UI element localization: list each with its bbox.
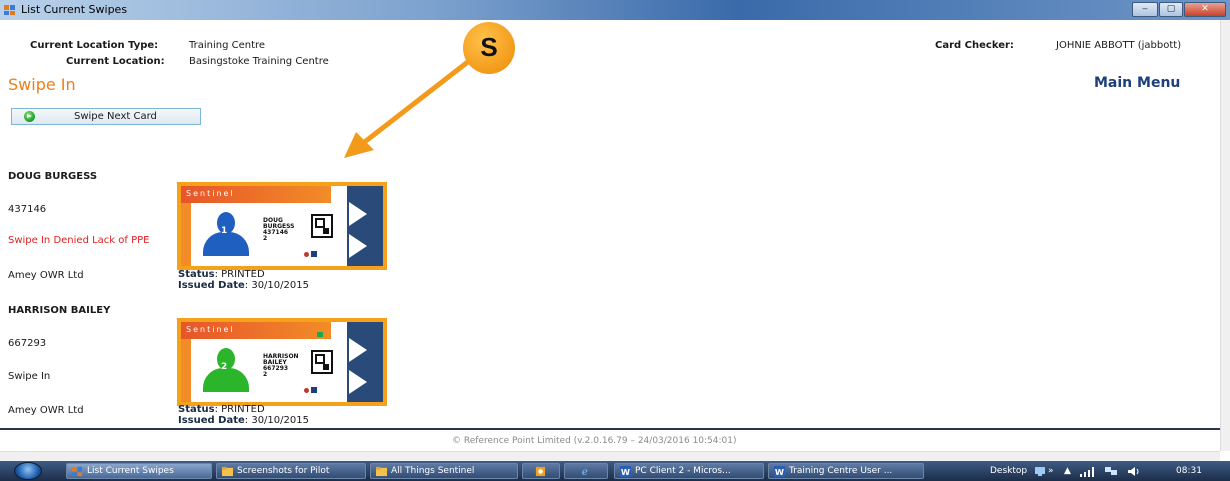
card-badge-number: 2	[221, 362, 228, 372]
chevron-icon	[349, 370, 367, 394]
taskbar-item-list-current-swipes[interactable]: List Current Swipes	[66, 463, 212, 479]
expand-toolbar-icon[interactable]: »	[1048, 466, 1054, 476]
issued-date-line: Issued Date: 30/10/2015	[178, 415, 309, 426]
card-checker-label: Card Checker:	[935, 40, 1014, 51]
footer-copyright: © Reference Point Limited (v.2.0.16.79 –…	[452, 436, 737, 446]
swipe-id: 437146	[8, 204, 47, 215]
logo-icon	[304, 252, 309, 257]
close-button[interactable]: ✕	[1184, 2, 1226, 17]
id-card-image: Sentinel 2 HARRISON BAILEY 667293 2	[177, 318, 387, 406]
logo-icon	[311, 251, 317, 257]
status-indicator-icon	[317, 332, 323, 337]
volume-icon[interactable]	[1128, 466, 1140, 477]
chevron-icon	[349, 338, 367, 362]
swipe-company: Amey OWR Ltd	[8, 270, 84, 281]
swipe-company: Amey OWR Ltd	[8, 405, 84, 416]
taskbar-item-pc-client[interactable]: W PC Client 2 - Micros...	[614, 463, 764, 479]
horizontal-scrollbar[interactable]	[0, 451, 1220, 461]
window-title-bar: List Current Swipes	[0, 0, 1230, 20]
annotation-badge: S	[463, 22, 515, 74]
svg-text:W: W	[621, 467, 630, 477]
word-icon: W	[774, 466, 785, 477]
card-issue-number: 2	[263, 235, 268, 242]
app-icon	[4, 5, 15, 15]
swipe-next-card-label: Swipe Next Card	[74, 111, 157, 122]
taskbar-item-internet-explorer[interactable]: e	[564, 463, 608, 479]
taskbar-item-all-things-sentinel[interactable]: All Things Sentinel	[370, 463, 518, 479]
window-title: List Current Swipes	[21, 3, 128, 16]
word-icon: W	[620, 466, 631, 477]
main-menu-link[interactable]: Main Menu	[1094, 75, 1180, 91]
card-brand: Sentinel	[186, 325, 235, 334]
swipe-name: HARRISON BAILEY	[8, 305, 111, 316]
folder-icon	[376, 466, 387, 477]
card-checker-value: JOHNIE ABBOTT (jabbott)	[1056, 40, 1182, 51]
swipe-result: Swipe In Denied Lack of PPE	[8, 235, 150, 246]
chevron-icon	[349, 234, 367, 258]
card-issue-number: 2	[263, 371, 268, 378]
folder-icon	[222, 466, 233, 477]
qr-code-icon	[311, 350, 333, 374]
location-value: Basingstoke Training Centre	[189, 56, 329, 67]
issued-date-line: Issued Date: 30/10/2015	[178, 280, 309, 291]
signal-icon[interactable]	[1080, 467, 1096, 477]
taskbar-item-training-centre-user[interactable]: W Training Centre User ...	[768, 463, 924, 479]
page-title: Swipe In	[8, 75, 76, 94]
swipe-next-card-button[interactable]: Swipe Next Card	[11, 108, 201, 125]
arrow-right-icon	[24, 111, 35, 122]
outlook-icon	[535, 466, 546, 477]
location-type-value: Training Centre	[189, 40, 266, 51]
card-brand: Sentinel	[186, 189, 235, 198]
svg-text:W: W	[775, 467, 784, 477]
status-line: Status: PRINTED	[178, 404, 265, 415]
taskbar-item-outlook[interactable]	[522, 463, 560, 479]
minimize-button[interactable]: ‒	[1132, 2, 1158, 17]
location-type-label: Current Location Type:	[30, 40, 159, 51]
status-line: Status: PRINTED	[178, 269, 265, 280]
swipe-name: DOUG BURGESS	[8, 171, 98, 182]
app-icon	[72, 466, 83, 477]
footer-divider	[0, 428, 1220, 430]
desktop-toolbar-label[interactable]: Desktop	[990, 466, 1027, 476]
id-card-image: Sentinel 1 DOUG BURGESS 437146 2	[177, 182, 387, 270]
maximize-button[interactable]: ▢	[1159, 2, 1183, 17]
network-icon[interactable]	[1104, 466, 1118, 477]
swipe-result: Swipe In	[8, 371, 51, 382]
qr-code-icon	[311, 214, 333, 238]
clock[interactable]: 08:31	[1176, 466, 1202, 476]
start-button[interactable]	[14, 462, 42, 480]
svg-text:e: e	[582, 467, 588, 477]
location-label: Current Location:	[66, 56, 165, 67]
card-badge-number: 1	[221, 226, 228, 236]
logo-icon	[311, 387, 317, 393]
vertical-scrollbar[interactable]	[1220, 20, 1230, 451]
desktop-icon	[1035, 467, 1045, 476]
internet-explorer-icon: e	[582, 467, 588, 477]
taskbar-item-screenshots-for-pilot[interactable]: Screenshots for Pilot	[216, 463, 366, 479]
swipe-id: 667293	[8, 338, 47, 349]
chevron-icon	[349, 202, 367, 226]
show-hidden-icons-icon[interactable]: ▲	[1064, 466, 1071, 476]
logo-icon	[304, 388, 309, 393]
